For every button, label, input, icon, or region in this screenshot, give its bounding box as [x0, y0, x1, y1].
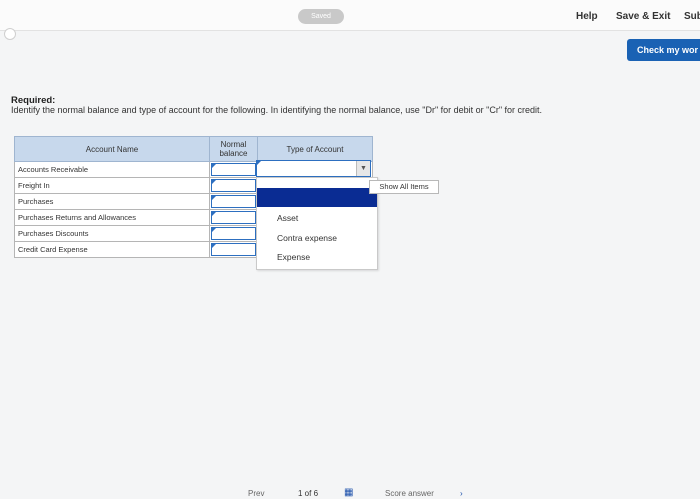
account-name-cell: Purchases Returns and Allowances	[14, 209, 210, 226]
required-marker-icon	[257, 161, 261, 165]
show-all-items-button[interactable]: Show All Items	[369, 180, 439, 194]
required-marker-icon	[212, 164, 216, 168]
submit-button[interactable]: Sub	[684, 11, 700, 22]
grid-icon[interactable]: ▦	[344, 487, 353, 498]
saved-status-badge: Saved	[298, 9, 344, 24]
dropdown-option-contra-expense[interactable]: Contra expense	[277, 233, 337, 243]
required-marker-icon	[212, 212, 216, 216]
type-dropdown-menu: Asset Contra expense Expense	[256, 177, 378, 270]
required-marker-icon	[212, 244, 216, 248]
required-marker-icon	[212, 196, 216, 200]
score-answer-button[interactable]: Score answer	[385, 489, 434, 499]
prev-button[interactable]: Prev	[248, 489, 264, 499]
top-bar: Saved Help Save & Exit Sub	[0, 0, 700, 31]
save-exit-button[interactable]: Save & Exit	[616, 11, 670, 22]
account-name-cell: Purchases	[14, 193, 210, 210]
chevron-right-icon[interactable]: ›	[460, 489, 463, 499]
help-button[interactable]: Help	[576, 11, 598, 22]
chevron-down-icon[interactable]: ▼	[356, 161, 370, 176]
account-name-cell: Accounts Receivable	[14, 161, 210, 178]
normal-balance-input[interactable]	[211, 211, 256, 224]
dropdown-option-asset[interactable]: Asset	[277, 213, 298, 223]
header-account-name: Account Name	[14, 136, 210, 162]
type-of-account-select[interactable]	[256, 160, 371, 177]
header-normal-balance: Normal balance	[209, 136, 258, 162]
page-indicator: 1 of 6	[298, 489, 319, 498]
normal-balance-input[interactable]	[211, 243, 256, 256]
required-marker-icon	[212, 228, 216, 232]
check-my-work-button[interactable]: Check my wor	[627, 39, 700, 61]
account-name-cell: Purchases Discounts	[14, 225, 210, 242]
normal-balance-input[interactable]	[211, 195, 256, 208]
circle-icon	[4, 28, 16, 40]
dropdown-option-expense[interactable]: Expense	[277, 252, 310, 262]
normal-balance-input[interactable]	[211, 227, 256, 240]
normal-balance-input[interactable]	[211, 179, 256, 192]
normal-balance-input[interactable]	[211, 163, 256, 176]
instructions-text: Identify the normal balance and type of …	[11, 105, 543, 115]
header-type-of-account: Type of Account	[257, 136, 373, 162]
account-name-cell: Credit Card Expense	[14, 241, 210, 258]
dropdown-highlighted-option[interactable]	[257, 188, 377, 207]
account-name-cell: Freight In	[14, 177, 210, 194]
required-marker-icon	[212, 180, 216, 184]
